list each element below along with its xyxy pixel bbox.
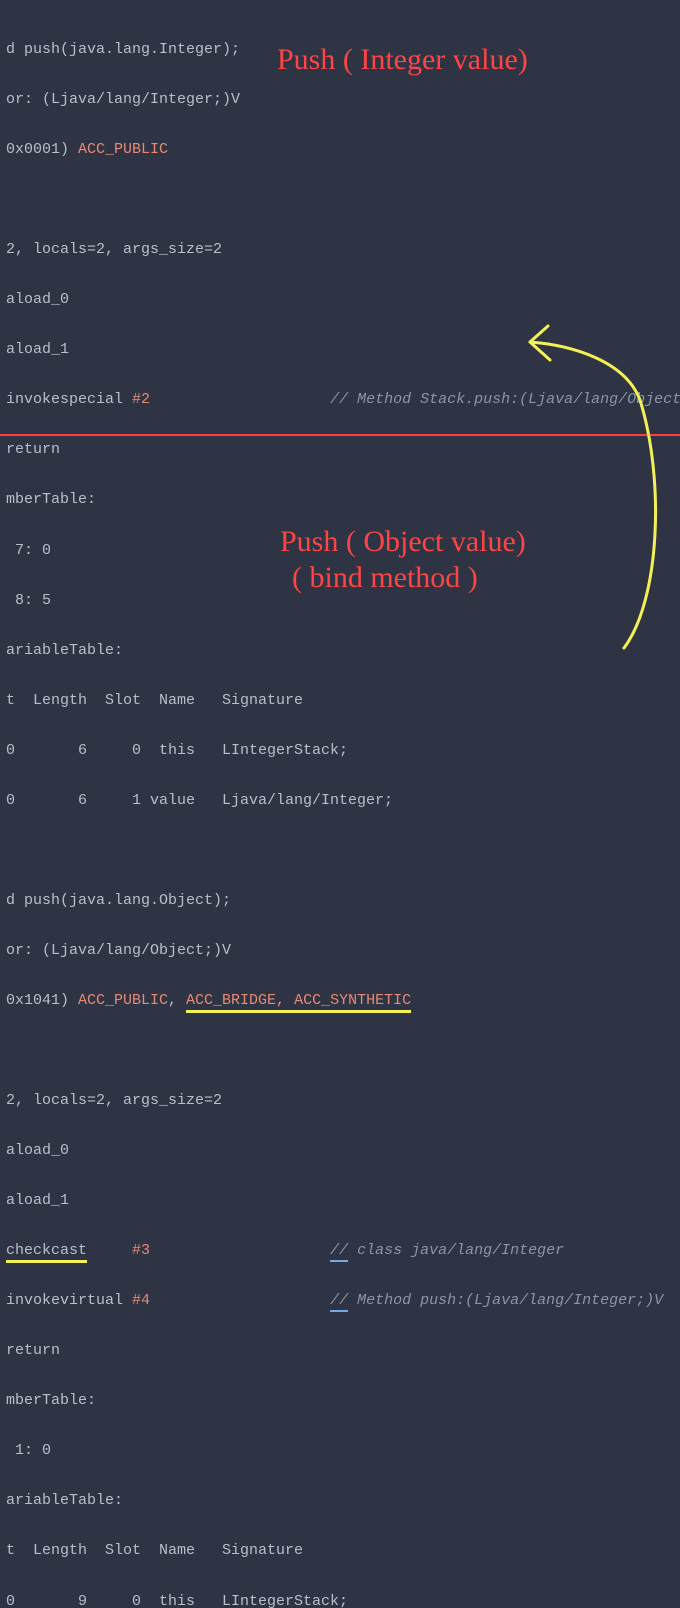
code-line: d push(java.lang.Object); (6, 888, 680, 913)
code-line: mberTable: (6, 487, 680, 512)
code-line: return (6, 1338, 680, 1363)
constant: #3 (132, 1242, 150, 1259)
code-line: 2, locals=2, args_size=2 (6, 1088, 680, 1113)
keyword-highlighted: ACC_BRIDGE, ACC_SYNTHETIC (186, 992, 411, 1013)
code-line: mberTable: (6, 1388, 680, 1413)
code-line: ariableTable: (6, 1488, 680, 1513)
code-line: t Length Slot Name Signature (6, 688, 680, 713)
comment-link: // (330, 1292, 348, 1312)
code-line (6, 1038, 680, 1063)
code-line: 2, locals=2, args_size=2 (6, 237, 680, 262)
code-line: or: (Ljava/lang/Integer;)V (6, 87, 680, 112)
handwritten-annotation: Push ( Object value) ( bind method ) (280, 524, 526, 596)
keyword: ACC_PUBLIC (78, 992, 168, 1009)
code-line: aload_1 (6, 1188, 680, 1213)
code-viewport: d push(java.lang.Integer); or: (Ljava/la… (0, 0, 680, 1608)
code-line: invokevirtual #4 // Method push:(Ljava/l… (6, 1288, 680, 1313)
comment-link: // (330, 1242, 348, 1262)
code-line: invokespecial #2 // Method Stack.push:(L… (6, 387, 680, 412)
code-line (6, 838, 680, 863)
code-line: return (6, 437, 680, 462)
code-line: aload_1 (6, 337, 680, 362)
code-line: aload_0 (6, 1138, 680, 1163)
handwritten-annotation: Push ( Integer value) (277, 42, 528, 78)
code-line: checkcast #3 // class java/lang/Integer (6, 1238, 680, 1263)
section-divider (0, 434, 680, 436)
annotation-line: Push ( Object value) (280, 524, 526, 560)
code-line: 0 6 1 value Ljava/lang/Integer; (6, 788, 680, 813)
comment: class java/lang/Integer (348, 1242, 564, 1259)
code-line: aload_0 (6, 287, 680, 312)
code-line: or: (Ljava/lang/Object;)V (6, 938, 680, 963)
code-line (6, 187, 680, 212)
constant: #4 (132, 1292, 150, 1309)
code-line: ariableTable: (6, 638, 680, 663)
comment: // Method Stack.push:(Ljava/lang/Object;… (330, 391, 680, 408)
code-line: t Length Slot Name Signature (6, 1538, 680, 1563)
code-line: 1: 0 (6, 1438, 680, 1463)
code-line: 0x1041) ACC_PUBLIC, ACC_BRIDGE, ACC_SYNT… (6, 988, 680, 1013)
constant: #2 (132, 391, 150, 408)
code-line: 0 6 0 this LIntegerStack; (6, 738, 680, 763)
comment: Method push:(Ljava/lang/Integer;)V (348, 1292, 663, 1309)
annotation-line: ( bind method ) (292, 560, 526, 596)
code-line: 0 9 0 this LIntegerStack; (6, 1589, 680, 1608)
code-line: 0x0001) ACC_PUBLIC (6, 137, 680, 162)
opcode-highlighted: checkcast (6, 1242, 87, 1263)
keyword: ACC_PUBLIC (78, 141, 168, 158)
